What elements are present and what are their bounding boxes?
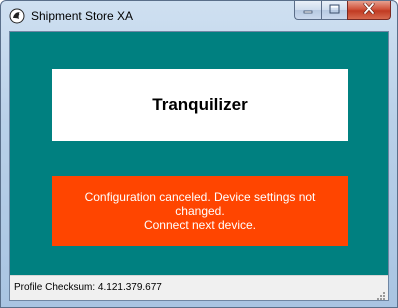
caption-buttons <box>294 1 391 21</box>
close-button[interactable] <box>347 1 391 20</box>
message-line-2: changed. <box>175 204 225 218</box>
minimize-button[interactable] <box>294 1 321 20</box>
window-title: Shipment Store XA <box>31 9 134 23</box>
main-panel: Tranquilizer Configuration canceled. Dev… <box>10 32 388 275</box>
app-icon[interactable] <box>9 8 25 24</box>
app-window: Shipment Store XA Tranquilizer Configura… <box>0 0 398 308</box>
client-area: Tranquilizer Configuration canceled. Dev… <box>9 31 389 301</box>
profile-checksum: Profile Checksum: 4.121.379.677 <box>14 282 162 293</box>
message-line-3: Connect next device. <box>143 218 257 232</box>
device-name-panel: Tranquilizer <box>52 69 348 141</box>
maximize-button[interactable] <box>321 1 347 20</box>
device-name: Tranquilizer <box>152 95 248 114</box>
title-bar[interactable]: Shipment Store XA <box>1 1 397 31</box>
resize-grip-icon[interactable] <box>376 288 386 300</box>
status-bar: Profile Checksum: 4.121.379.677 <box>10 275 388 300</box>
minimize-icon <box>303 1 313 19</box>
maximize-icon <box>329 1 340 19</box>
status-message-panel: Configuration canceled. Device settings … <box>52 176 348 246</box>
close-icon <box>363 1 375 19</box>
message-line-1: Configuration canceled. Device settings … <box>84 190 316 204</box>
